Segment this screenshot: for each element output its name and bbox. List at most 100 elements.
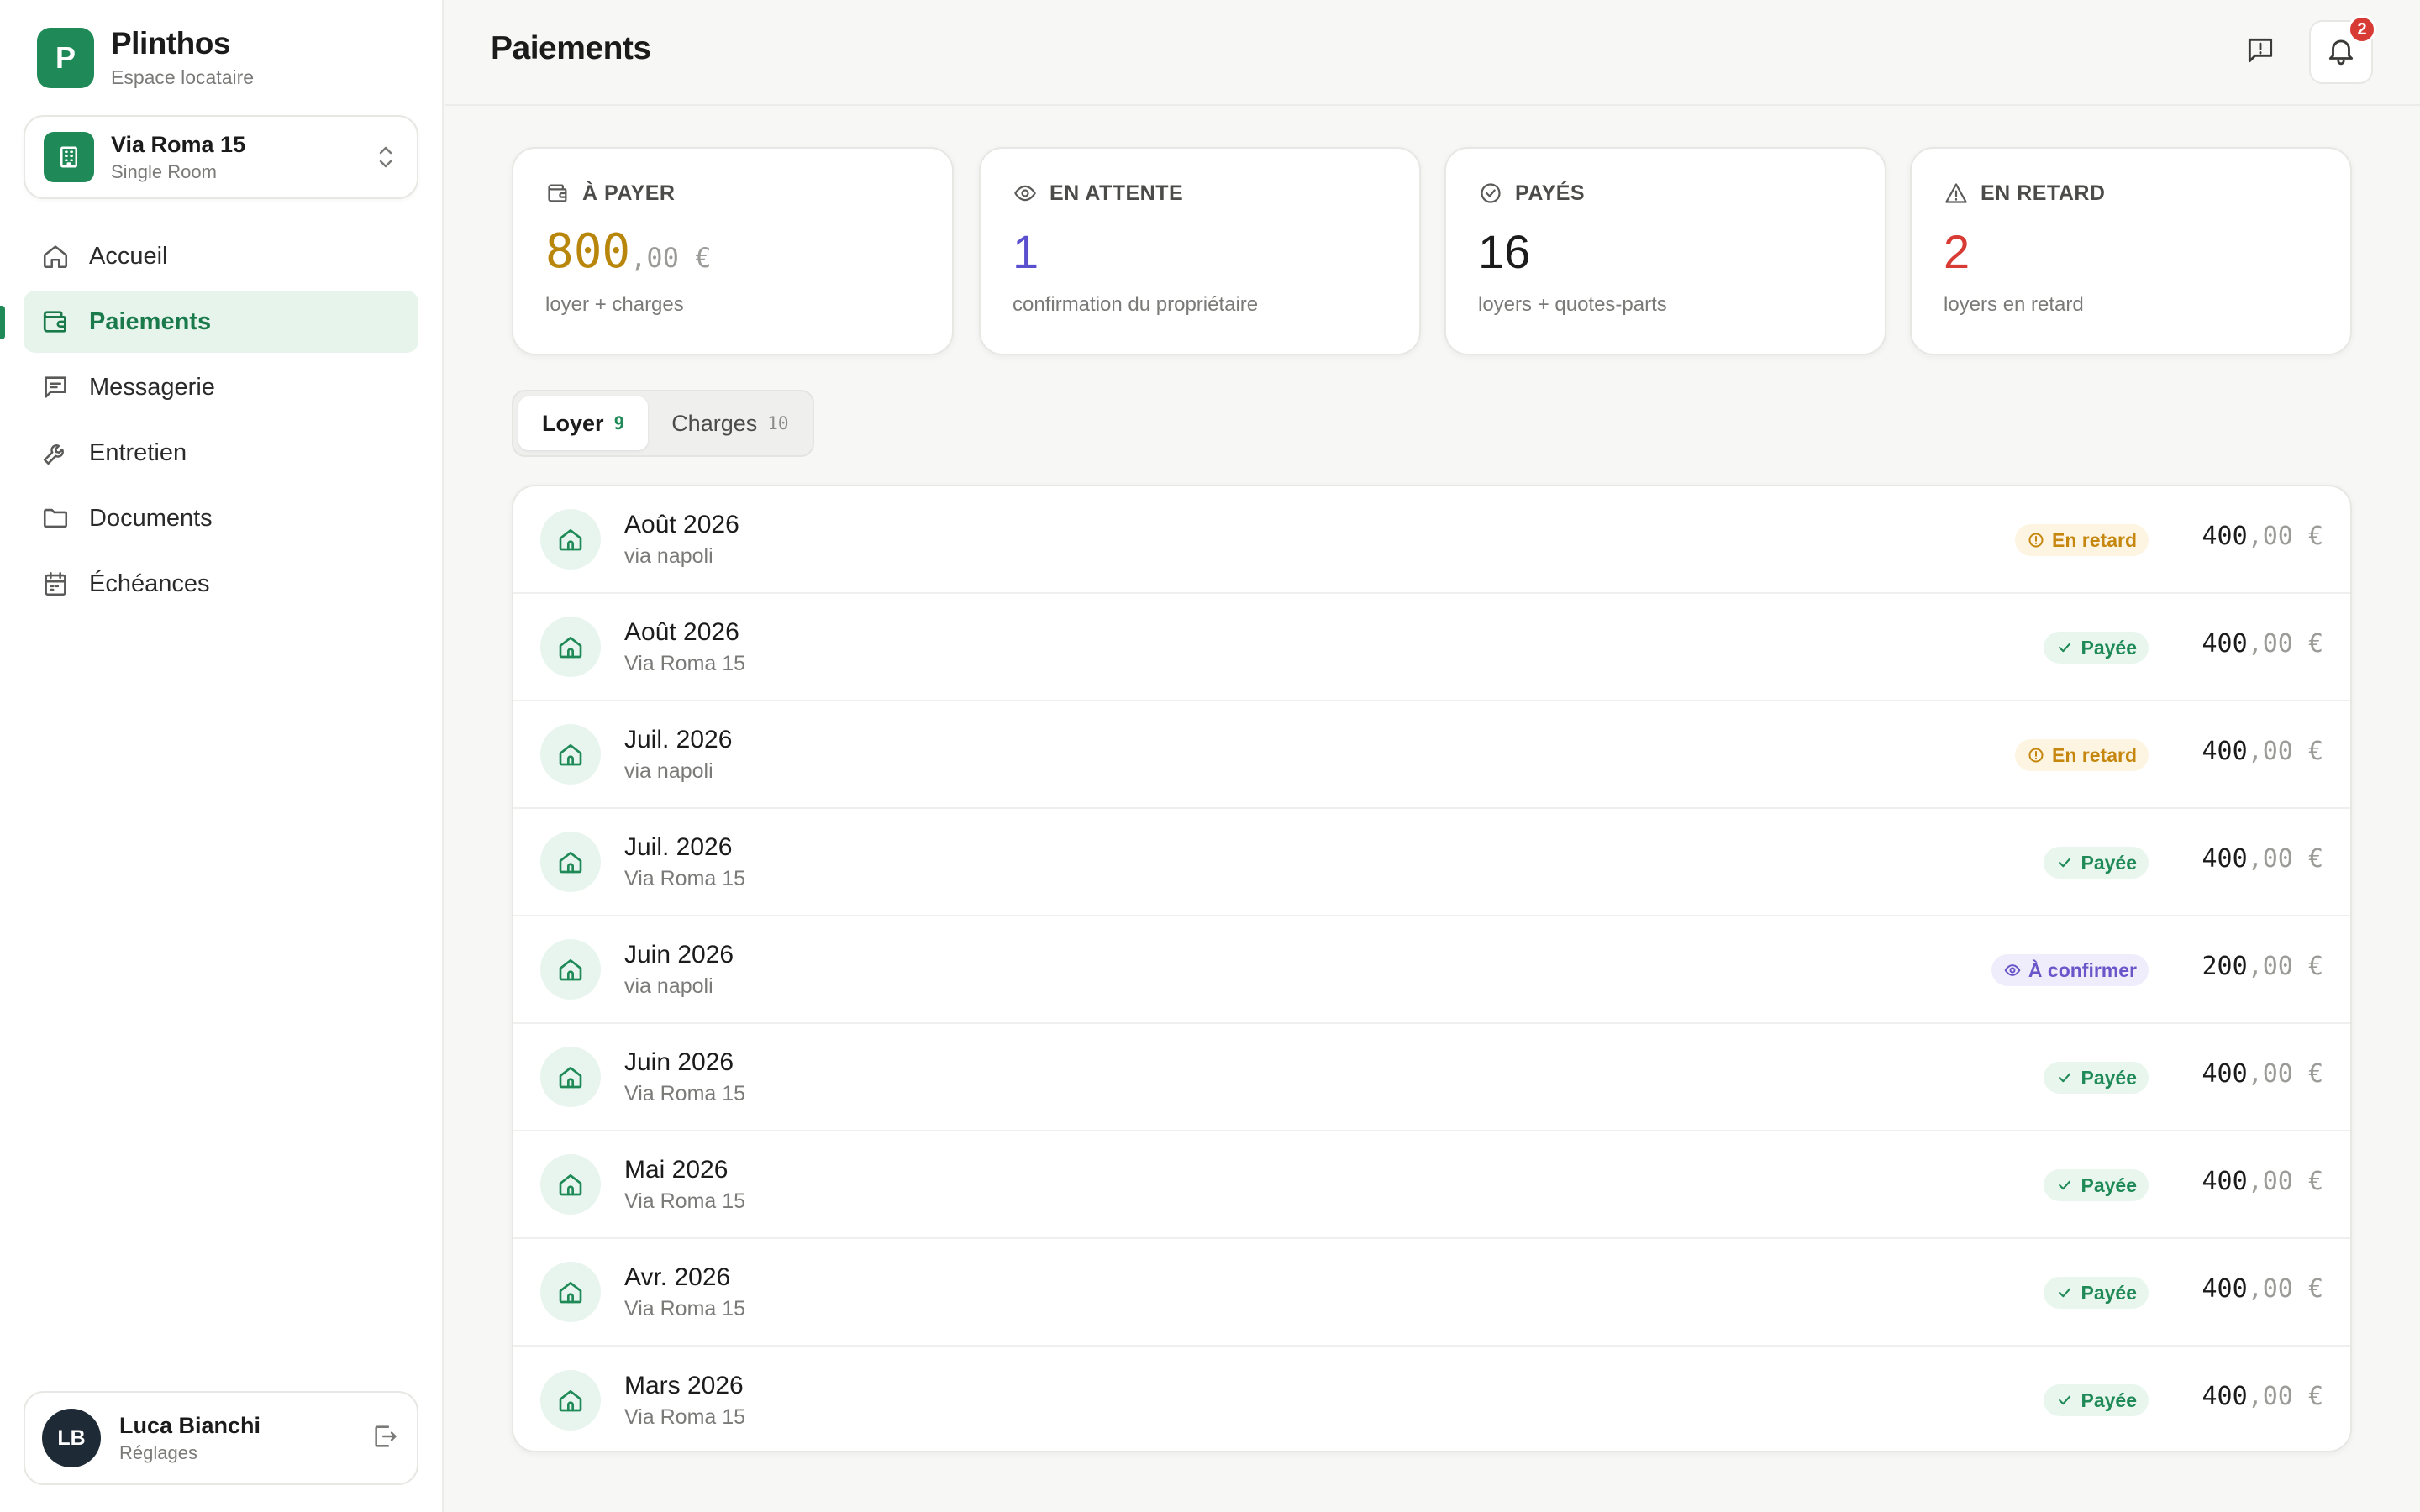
payment-property: via napoli <box>624 759 713 783</box>
folder-icon <box>40 503 71 533</box>
payment-row[interactable]: Août 2026 via napoli En retard 400,00 € <box>513 486 2350 594</box>
home-icon <box>540 724 601 785</box>
property-switcher[interactable]: Via Roma 15 Single Room <box>24 115 418 199</box>
brand[interactable]: P Plinthos Espace locataire <box>37 26 254 89</box>
sidebar-item-documents[interactable]: Documents <box>24 487 418 549</box>
payment-row[interactable]: Août 2026 Via Roma 15 Payée 400,00 € <box>513 594 2350 701</box>
status-label: Payée <box>2081 851 2137 874</box>
amount-int: 400 <box>2202 737 2248 766</box>
sidebar-item-messagerie[interactable]: Messagerie <box>24 356 418 418</box>
amount-currency: € <box>2307 952 2323 981</box>
stat-card-payes: PAYÉS 16 loyers + quotes-parts <box>1444 147 1886 355</box>
tab-loyer[interactable]: Loyer 9 <box>518 396 649 450</box>
stat-value-int: 1 <box>1013 225 1039 278</box>
property-name: Via Roma 15 <box>111 131 246 157</box>
stat-value-int: 800 <box>545 224 631 279</box>
tab-count: 10 <box>767 413 789 433</box>
stat-value: 1 <box>1013 224 1387 278</box>
sidebar: P Plinthos Espace locataire Via Roma 15 … <box>0 0 444 1512</box>
feedback-button[interactable] <box>2228 20 2292 84</box>
avatar: LB <box>42 1409 101 1467</box>
feedback-icon <box>2244 34 2276 71</box>
status-badge: En retard <box>2015 524 2149 556</box>
sidebar-item-accueil[interactable]: Accueil <box>24 225 418 287</box>
sidebar-item-label: Accueil <box>89 242 168 270</box>
check-icon <box>2055 853 2074 872</box>
payment-period: Mai 2026 <box>624 1155 729 1184</box>
home-icon <box>540 832 601 892</box>
payment-period: Août 2026 <box>624 617 739 646</box>
amount-currency: € <box>2307 522 2323 551</box>
payment-row[interactable]: Juin 2026 via napoli À confirmer 200,00 € <box>513 916 2350 1024</box>
status-label: En retard <box>2052 743 2137 766</box>
brand-subtitle: Espace locataire <box>111 66 255 88</box>
amount-currency: € <box>2307 1382 2323 1411</box>
sidebar-item-echeances[interactable]: Échéances <box>24 553 418 615</box>
amount-int: 400 <box>2202 522 2248 551</box>
sidebar-nav: Accueil Paiements Messagerie Entretien D… <box>24 225 418 618</box>
payment-row[interactable]: Juil. 2026 via napoli En retard 400,00 € <box>513 701 2350 809</box>
brand-name: Plinthos <box>111 26 230 60</box>
sidebar-item-label: Paiements <box>89 307 212 335</box>
clock-alert-icon <box>2027 531 2045 549</box>
status-badge: Payée <box>2044 1062 2149 1094</box>
user-card[interactable]: LB Luca Bianchi Réglages <box>24 1391 418 1485</box>
sidebar-item-entretien[interactable]: Entretien <box>24 422 418 484</box>
payments-list: Août 2026 via napoli En retard 400,00 € Août… <box>512 485 2352 1452</box>
stat-value-int: 2 <box>1944 225 1970 278</box>
amount-frac: ,00 <box>2247 1059 2293 1089</box>
check-icon <box>2055 1068 2074 1087</box>
status-label: À confirmer <box>2028 958 2137 981</box>
payment-amount: 400,00 € <box>2202 629 2324 659</box>
status-label: Payée <box>2081 1389 2137 1411</box>
tab-charges[interactable]: Charges 10 <box>648 396 812 450</box>
payment-row[interactable]: Mars 2026 Via Roma 15 Payée 400,00 € <box>513 1347 2350 1451</box>
stat-label: EN RETARD <box>1981 181 2106 205</box>
stat-card-a-payer: À PAYER 800,00 € loyer + charges <box>512 147 954 355</box>
payment-period: Août 2026 <box>624 510 739 538</box>
status-label: Payée <box>2081 1281 2137 1304</box>
payment-amount: 400,00 € <box>2202 522 2324 551</box>
payment-property: via napoli <box>624 543 713 568</box>
clock-alert-icon <box>2027 746 2045 764</box>
payment-period: Mars 2026 <box>624 1371 744 1399</box>
status-badge: À confirmer <box>1991 954 2149 986</box>
logout-icon[interactable] <box>371 1422 400 1455</box>
status-badge: Payée <box>2044 1277 2149 1309</box>
payment-row[interactable]: Avr. 2026 Via Roma 15 Payée 400,00 € <box>513 1239 2350 1347</box>
amount-currency: € <box>2307 1274 2323 1304</box>
wallet-icon <box>40 307 71 337</box>
amount-int: 400 <box>2202 629 2248 659</box>
stat-value: 2 <box>1944 224 2318 278</box>
home-icon <box>540 617 601 677</box>
status-badge: En retard <box>2015 739 2149 771</box>
amount-frac: ,00 <box>2247 737 2293 766</box>
sidebar-item-paiements[interactable]: Paiements <box>24 291 418 353</box>
sidebar-item-label: Documents <box>89 504 213 532</box>
sidebar-item-label: Entretien <box>89 438 187 466</box>
home-icon <box>540 1154 601 1215</box>
payment-row[interactable]: Juin 2026 Via Roma 15 Payée 400,00 € <box>513 1024 2350 1131</box>
wallet-icon <box>545 181 571 206</box>
payment-amount: 400,00 € <box>2202 1382 2324 1411</box>
stat-label: EN ATTENTE <box>1050 181 1184 205</box>
home-icon <box>540 1370 601 1431</box>
amount-frac: ,00 <box>2247 844 2293 874</box>
stats-row: À PAYER 800,00 € loyer + charges EN ATTE… <box>512 147 2352 355</box>
amount-currency: € <box>2307 629 2323 659</box>
payment-property: via napoli <box>624 974 713 998</box>
amount-int: 200 <box>2202 952 2248 981</box>
eye-icon <box>1013 181 1038 206</box>
sidebar-item-label: Échéances <box>89 570 210 597</box>
amount-frac: ,00 <box>2247 952 2293 981</box>
home-icon <box>540 509 601 570</box>
warning-icon <box>1944 181 1969 206</box>
payment-row[interactable]: Mai 2026 Via Roma 15 Payée 400,00 € <box>513 1131 2350 1239</box>
stat-label: PAYÉS <box>1515 181 1586 205</box>
amount-currency: € <box>2307 737 2323 766</box>
status-label: Payée <box>2081 636 2137 659</box>
payment-property: Via Roma 15 <box>624 866 746 890</box>
payment-property: Via Roma 15 <box>624 1081 746 1105</box>
settings-link[interactable]: Réglages <box>119 1442 371 1464</box>
payment-row[interactable]: Juil. 2026 Via Roma 15 Payée 400,00 € <box>513 809 2350 916</box>
